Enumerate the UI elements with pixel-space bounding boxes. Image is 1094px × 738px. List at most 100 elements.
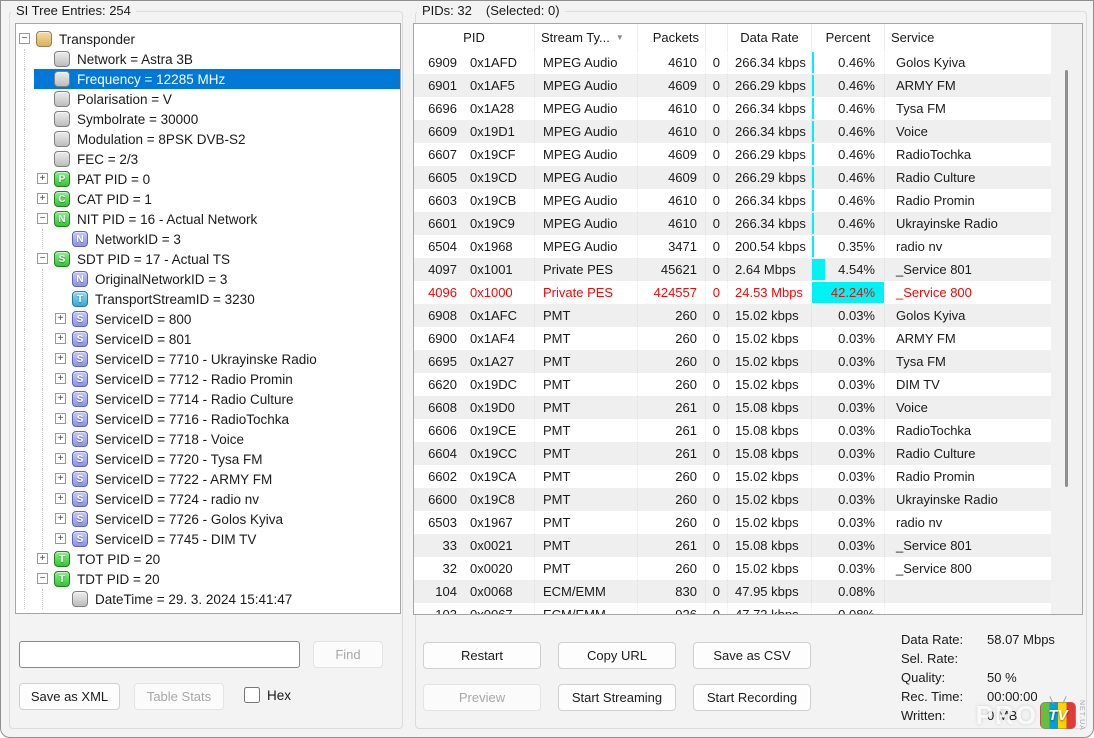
- pid-row[interactable]: 40970x1001Private PES4562102.64 Mbps4.54…: [414, 258, 1051, 281]
- col-header-stream-type[interactable]: Stream Ty... ▼: [535, 24, 638, 51]
- stat-value: [987, 651, 1055, 666]
- tree-item[interactable]: +SServiceID = 7724 - radio nv: [16, 489, 400, 509]
- expand-toggle-icon[interactable]: +: [55, 473, 66, 484]
- expand-toggle-icon[interactable]: +: [55, 413, 66, 424]
- save-as-csv-button[interactable]: Save as CSV: [693, 642, 811, 669]
- tree-item[interactable]: −Transponder: [16, 29, 400, 49]
- tree-item[interactable]: Polarisation = V: [16, 89, 400, 109]
- tree-item[interactable]: +SServiceID = 7745 - DIM TV: [16, 529, 400, 549]
- pid-row[interactable]: 1030x0067ECM/EMM926047.73 kbps0.08%: [414, 603, 1051, 614]
- pid-row[interactable]: 40960x1000Private PES424557024.53 Mbps42…: [414, 281, 1051, 304]
- tree-item[interactable]: +CCAT PID = 1: [16, 189, 400, 209]
- restart-button[interactable]: Restart: [423, 642, 541, 669]
- tree-item[interactable]: NNetworkID = 3: [16, 229, 400, 249]
- collapse-toggle-icon[interactable]: −: [37, 213, 48, 224]
- pid-row[interactable]: 66030x19CBMPEG Audio46100266.34 kbps0.46…: [414, 189, 1051, 212]
- expand-toggle-icon[interactable]: +: [55, 353, 66, 364]
- tree-item[interactable]: Modulation = 8PSK DVB-S2: [16, 129, 400, 149]
- expand-toggle-icon[interactable]: +: [55, 433, 66, 444]
- expand-toggle-icon[interactable]: +: [55, 513, 66, 524]
- tree-item[interactable]: FEC = 2/3: [16, 149, 400, 169]
- tree-item[interactable]: +SServiceID = 7726 - Golos Kyiva: [16, 509, 400, 529]
- tree-item[interactable]: +SServiceID = 801: [16, 329, 400, 349]
- tree-purple-s-icon: S: [72, 471, 88, 487]
- collapse-toggle-icon[interactable]: −: [37, 573, 48, 584]
- save-as-xml-button[interactable]: Save as XML: [19, 683, 120, 710]
- percent-value: 0.03%: [838, 561, 875, 576]
- pid-row[interactable]: 66090x19D1MPEG Audio46100266.34 kbps0.46…: [414, 120, 1051, 143]
- pid-row[interactable]: 66050x19CDMPEG Audio46090266.29 kbps0.46…: [414, 166, 1051, 189]
- find-input[interactable]: [19, 641, 300, 668]
- tree-item[interactable]: +SServiceID = 7714 - Radio Culture: [16, 389, 400, 409]
- collapse-toggle-icon[interactable]: −: [19, 33, 30, 44]
- col-header-percent[interactable]: Percent: [812, 24, 885, 51]
- expand-toggle-icon[interactable]: +: [37, 193, 48, 204]
- expand-toggle-icon[interactable]: +: [55, 393, 66, 404]
- start-recording-button[interactable]: Start Recording: [693, 684, 811, 711]
- pid-row[interactable]: 66060x19CEPMT261015.08 kbps0.03%RadioToc…: [414, 419, 1051, 442]
- tree-item[interactable]: +SServiceID = 7716 - RadioTochka: [16, 409, 400, 429]
- expand-toggle-icon[interactable]: +: [55, 453, 66, 464]
- pid-row[interactable]: 66020x19CAPMT260015.02 kbps0.03%Radio Pr…: [414, 465, 1051, 488]
- tree-item[interactable]: +PPAT PID = 0: [16, 169, 400, 189]
- pid-row[interactable]: 69090x1AFDMPEG Audio46100266.34 kbps0.46…: [414, 51, 1051, 74]
- tree-item[interactable]: +SServiceID = 7720 - Tysa FM: [16, 449, 400, 469]
- si-tree[interactable]: −TransponderNetwork = Astra 3BFrequency …: [15, 23, 401, 614]
- hex-checkbox[interactable]: [244, 687, 260, 703]
- tree-item[interactable]: Frequency = 12285 MHz: [16, 69, 400, 89]
- pid-row[interactable]: 66200x19DCPMT260015.02 kbps0.03%DIM TV: [414, 373, 1051, 396]
- tree-item[interactable]: Network = Astra 3B: [16, 49, 400, 69]
- col-header-service[interactable]: Service: [885, 24, 1051, 51]
- pid-row[interactable]: 65030x1967PMT260015.02 kbps0.03%radio nv: [414, 511, 1051, 534]
- copy-url-button[interactable]: Copy URL: [558, 642, 676, 669]
- pid-row[interactable]: 66010x19C9MPEG Audio46100266.34 kbps0.46…: [414, 212, 1051, 235]
- cell-pid-hex: 0x19CB: [464, 189, 535, 212]
- pid-row[interactable]: 69080x1AFCPMT260015.02 kbps0.03%Golos Ky…: [414, 304, 1051, 327]
- tree-item[interactable]: +SServiceID = 7722 - ARMY FM: [16, 469, 400, 489]
- expand-toggle-icon[interactable]: +: [37, 173, 48, 184]
- pid-row[interactable]: 66040x19CCPMT261015.08 kbps0.03%Radio Cu…: [414, 442, 1051, 465]
- expand-toggle-icon[interactable]: +: [55, 533, 66, 544]
- pid-row[interactable]: 66070x19CFMPEG Audio46090266.29 kbps0.46…: [414, 143, 1051, 166]
- tree-item[interactable]: −SSDT PID = 17 - Actual TS: [16, 249, 400, 269]
- collapse-toggle-icon[interactable]: −: [37, 253, 48, 264]
- pid-row[interactable]: 66080x19D0PMT261015.08 kbps0.03%Voice: [414, 396, 1051, 419]
- preview-button[interactable]: Preview: [423, 684, 541, 711]
- start-streaming-button[interactable]: Start Streaming: [558, 684, 676, 711]
- col-header-cc-errors[interactable]: [706, 24, 728, 51]
- tree-item[interactable]: +SServiceID = 7718 - Voice: [16, 429, 400, 449]
- table-scrollbar-thumb[interactable]: [1065, 70, 1068, 487]
- find-button[interactable]: Find: [313, 641, 383, 668]
- tree-indent-guide: [16, 289, 34, 309]
- tree-item[interactable]: +SServiceID = 7712 - Radio Promin: [16, 369, 400, 389]
- col-header-packets[interactable]: Packets: [638, 24, 706, 51]
- pid-row[interactable]: 320x0020PMT260015.02 kbps0.03%_Service 8…: [414, 557, 1051, 580]
- pid-row[interactable]: 1040x0068ECM/EMM830047.95 kbps0.08%: [414, 580, 1051, 603]
- expand-toggle-icon[interactable]: +: [55, 313, 66, 324]
- pid-row[interactable]: 66000x19C8PMT260015.02 kbps0.03%Ukrayins…: [414, 488, 1051, 511]
- pid-row[interactable]: 69000x1AF4PMT260015.02 kbps0.03%ARMY FM: [414, 327, 1051, 350]
- tree-item[interactable]: NOriginalNetworkID = 3: [16, 269, 400, 289]
- tree-item[interactable]: +TTOT PID = 20: [16, 549, 400, 569]
- tree-item[interactable]: −NNIT PID = 16 - Actual Network: [16, 209, 400, 229]
- pid-row[interactable]: 69010x1AF5MPEG Audio46090266.29 kbps0.46…: [414, 74, 1051, 97]
- col-header-pid[interactable]: PID: [414, 24, 535, 51]
- expand-toggle-icon[interactable]: +: [37, 553, 48, 564]
- tree-item[interactable]: Symbolrate = 30000: [16, 109, 400, 129]
- tree-item[interactable]: +SServiceID = 800: [16, 309, 400, 329]
- pid-row[interactable]: 66950x1A27PMT260015.02 kbps0.03%Tysa FM: [414, 350, 1051, 373]
- tree-item[interactable]: −TTDT PID = 20: [16, 569, 400, 589]
- tree-item[interactable]: DateTime = 29. 3. 2024 15:41:47: [16, 589, 400, 609]
- tree-item[interactable]: +SServiceID = 7710 - Ukrayinske Radio: [16, 349, 400, 369]
- pid-row[interactable]: 330x0021PMT261015.08 kbps0.03%_Service 8…: [414, 534, 1051, 557]
- col-header-data-rate[interactable]: Data Rate: [728, 24, 812, 51]
- expand-toggle-icon[interactable]: +: [55, 493, 66, 504]
- table-scrollbar-track[interactable]: [1051, 24, 1082, 614]
- tree-indent-guide: −: [34, 209, 52, 229]
- pid-row[interactable]: 66960x1A28MPEG Audio46100266.34 kbps0.46…: [414, 97, 1051, 120]
- tree-item[interactable]: TTransportStreamID = 3230: [16, 289, 400, 309]
- expand-toggle-icon[interactable]: +: [55, 373, 66, 384]
- expand-toggle-icon[interactable]: +: [55, 333, 66, 344]
- table-stats-button[interactable]: Table Stats: [134, 683, 224, 710]
- pid-row[interactable]: 65040x1968MPEG Audio34710200.54 kbps0.35…: [414, 235, 1051, 258]
